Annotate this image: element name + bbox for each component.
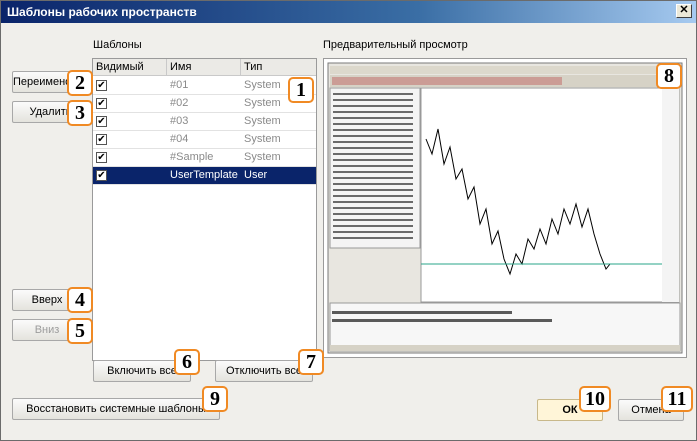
type-cell: System bbox=[244, 115, 281, 127]
preview-quote-row bbox=[333, 141, 413, 143]
visible-checkbox[interactable]: ✔ bbox=[96, 98, 107, 109]
preview-quote-row bbox=[333, 123, 413, 125]
preview-quote-row bbox=[333, 147, 413, 149]
annotation-badge-3: 3 bbox=[67, 100, 93, 126]
name-cell: UserTemplate 1 bbox=[170, 169, 241, 181]
preview-toolbar-icons bbox=[332, 77, 562, 85]
annotation-badge-10: 10 bbox=[579, 386, 611, 412]
table-row[interactable]: ✔ #01 System bbox=[93, 77, 316, 95]
column-type[interactable]: Тип bbox=[241, 59, 316, 76]
preview-log-line bbox=[332, 319, 552, 322]
column-visible[interactable]: Видимый bbox=[93, 59, 167, 76]
annotation-badge-11: 11 bbox=[661, 386, 693, 412]
preview-quote-row bbox=[333, 207, 413, 209]
preview-quote-row bbox=[333, 183, 413, 185]
name-cell: #03 bbox=[170, 115, 189, 127]
close-icon: ✕ bbox=[679, 4, 689, 16]
annotation-badge-2: 2 bbox=[67, 70, 93, 96]
visible-checkbox[interactable]: ✔ bbox=[96, 152, 107, 163]
preview-quote-row bbox=[333, 159, 413, 161]
type-cell: User bbox=[244, 169, 268, 181]
preview-quote-row bbox=[333, 177, 413, 179]
annotation-badge-9: 9 bbox=[202, 386, 228, 412]
visible-cell: ✔ bbox=[93, 113, 167, 130]
preview-quote-row bbox=[333, 117, 413, 119]
preview-log-panel bbox=[329, 302, 681, 352]
visible-cell: ✔ bbox=[93, 77, 167, 94]
annotation-badge-6: 6 bbox=[174, 349, 200, 375]
table-row[interactable]: ✔ #Sample System bbox=[93, 149, 316, 167]
preview-quote-row bbox=[333, 237, 413, 239]
preview-quote-row bbox=[333, 93, 413, 95]
type-cell: System bbox=[244, 151, 281, 163]
type-cell: System bbox=[244, 133, 281, 145]
preview-quote-row bbox=[333, 153, 413, 155]
table-row[interactable]: ✔ #04 System bbox=[93, 131, 316, 149]
table-row[interactable]: ✔ UserTemplate 1 User bbox=[93, 167, 316, 185]
table-row[interactable]: ✔ #03 System bbox=[93, 113, 316, 131]
preview-pane bbox=[323, 58, 687, 358]
name-cell: #Sample bbox=[170, 151, 214, 163]
name-cell: #02 bbox=[170, 97, 189, 109]
preview-price-axis bbox=[662, 88, 679, 302]
templates-label: Шаблоны bbox=[93, 39, 142, 51]
visible-checkbox[interactable]: ✔ bbox=[96, 134, 107, 145]
preview-status-bar bbox=[330, 345, 680, 351]
preview-quote-row bbox=[333, 165, 413, 167]
preview-quote-row bbox=[333, 201, 413, 203]
preview-quote-row bbox=[333, 219, 413, 221]
templates-list: Видимый Имя Тип ✔ #01 System ✔ #02 System ✔ #03… bbox=[92, 58, 317, 361]
name-cell: #04 bbox=[170, 133, 189, 145]
preview-quote-row bbox=[333, 129, 413, 131]
title-bar: Шаблоны рабочих пространств bbox=[1, 1, 696, 23]
annotation-badge-8: 8 bbox=[656, 63, 682, 89]
preview-quote-row bbox=[333, 171, 413, 173]
preview-quote-row bbox=[333, 99, 413, 101]
visible-cell: ✔ bbox=[93, 95, 167, 112]
restore-system-templates-button[interactable]: Восстановить системные шаблоны bbox=[12, 398, 220, 420]
visible-checkbox[interactable]: ✔ bbox=[96, 116, 107, 127]
visible-cell: ✔ bbox=[93, 167, 167, 184]
preview-quote-row bbox=[333, 135, 413, 137]
annotation-badge-5: 5 bbox=[67, 318, 93, 344]
close-button[interactable]: ✕ bbox=[676, 4, 692, 18]
annotation-badge-1: 1 bbox=[288, 77, 314, 103]
preview-quote-row bbox=[333, 225, 413, 227]
preview-quote-row bbox=[333, 111, 413, 113]
annotation-badge-4: 4 bbox=[67, 287, 93, 313]
window-title: Шаблоны рабочих пространств bbox=[7, 5, 197, 19]
workspace-templates-dialog: Шаблоны рабочих пространств ✕ Шаблоны Пр… bbox=[0, 0, 697, 441]
preview-quote-row bbox=[333, 189, 413, 191]
preview-quote-row bbox=[333, 231, 413, 233]
dialog-body: Шаблоны Предварительный просмотр Переиме… bbox=[1, 23, 696, 440]
preview-quote-row bbox=[333, 105, 413, 107]
visible-checkbox[interactable]: ✔ bbox=[96, 80, 107, 91]
preview-thumbnail bbox=[327, 62, 683, 354]
preview-menubar bbox=[330, 66, 680, 74]
visible-cell: ✔ bbox=[93, 149, 167, 166]
preview-chart-area bbox=[420, 87, 680, 303]
list-header: Видимый Имя Тип bbox=[93, 59, 316, 76]
table-row[interactable]: ✔ #02 System bbox=[93, 95, 316, 113]
visible-cell: ✔ bbox=[93, 131, 167, 148]
preview-quote-row bbox=[333, 213, 413, 215]
preview-log-line bbox=[332, 311, 512, 314]
column-name[interactable]: Имя bbox=[167, 59, 241, 76]
visible-checkbox[interactable]: ✔ bbox=[96, 170, 107, 181]
preview-quote-row bbox=[333, 195, 413, 197]
annotation-badge-7: 7 bbox=[298, 349, 324, 375]
preview-label: Предварительный просмотр bbox=[323, 39, 468, 51]
name-cell: #01 bbox=[170, 79, 189, 91]
